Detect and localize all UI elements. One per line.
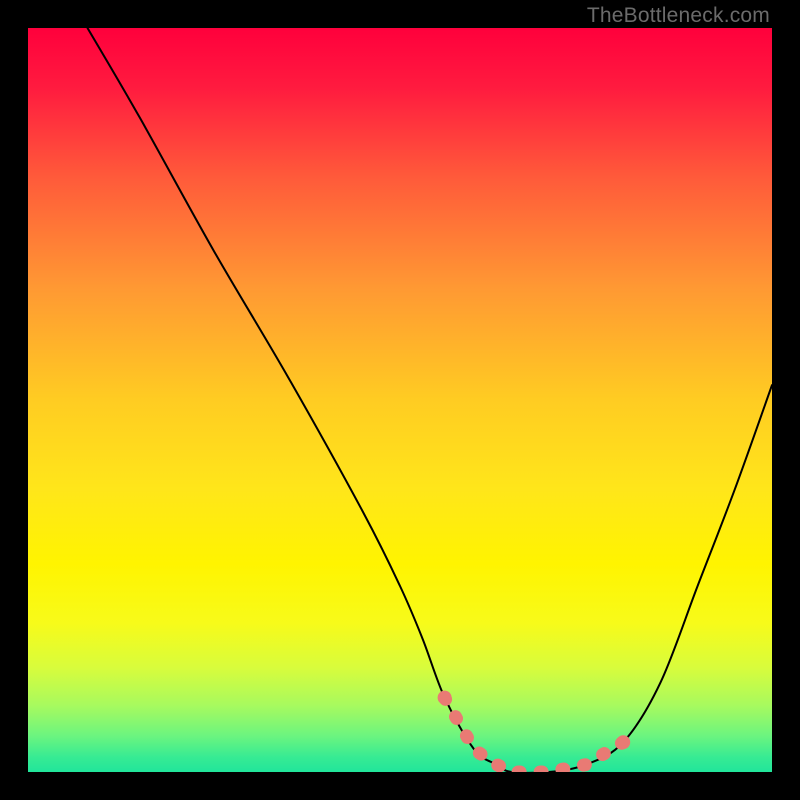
chart-frame: TheBottleneck.com [0, 0, 800, 800]
highlight-endcap [616, 735, 630, 749]
plot-area [28, 28, 772, 772]
curve-highlight-dots [438, 691, 631, 772]
watermark-text: TheBottleneck.com [587, 4, 770, 28]
curve-layer [28, 28, 772, 772]
bottleneck-curve [88, 28, 773, 772]
highlight-endcap [438, 691, 452, 705]
